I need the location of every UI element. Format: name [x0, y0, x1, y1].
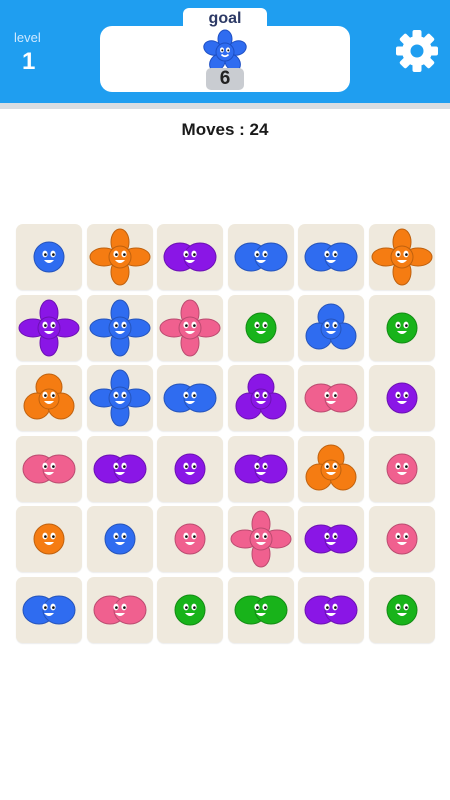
moves-counter: Moves : 24 [0, 120, 450, 140]
orange-four-petal-piece-icon [89, 228, 150, 286]
tile-r4-c3[interactable] [157, 435, 223, 502]
blue-circle-piece-icon [104, 523, 135, 555]
purple-double-piece-icon [163, 242, 217, 272]
blue-double-piece-icon [304, 242, 358, 272]
tile-r2-c4[interactable] [227, 294, 294, 361]
tile-r4-c1[interactable] [16, 435, 82, 502]
tile-r6-c2[interactable] [86, 576, 153, 643]
green-circle-piece-icon [386, 594, 417, 625]
tile-r2-c5[interactable] [298, 294, 364, 361]
tile-r2-c3[interactable] [157, 294, 223, 361]
purple-double-piece-icon [234, 454, 287, 483]
tile-r6-c1[interactable] [16, 576, 82, 643]
blue-four-petal-piece-icon [89, 369, 150, 427]
gear-icon [396, 30, 438, 72]
blue-triple-piece-icon [305, 303, 357, 349]
purple-double-piece-icon [304, 524, 358, 554]
level-label: level [14, 30, 41, 45]
blue-circle-piece-icon [33, 241, 65, 273]
top-bar-shadow [0, 103, 450, 109]
tile-r3-c6[interactable] [368, 365, 435, 431]
tile-r5-c3[interactable] [157, 506, 223, 572]
tile-r6-c5[interactable] [298, 576, 364, 643]
orange-triple-piece-icon [305, 444, 357, 490]
blue-double-piece-icon [22, 595, 76, 624]
tile-r1-c4[interactable] [227, 224, 294, 290]
tile-r6-c6[interactable] [368, 576, 435, 643]
purple-triple-piece-icon [235, 373, 286, 420]
settings-button[interactable] [394, 28, 440, 74]
tile-r3-c3[interactable] [157, 365, 223, 431]
tile-r6-c3[interactable] [157, 576, 223, 643]
orange-triple-piece-icon [23, 373, 75, 420]
purple-double-piece-icon [93, 454, 146, 483]
purple-four-petal-piece-icon [18, 299, 80, 356]
orange-four-petal-piece-icon [371, 228, 432, 286]
tile-r5-c1[interactable] [16, 506, 82, 572]
tile-r3-c1[interactable] [16, 365, 82, 431]
tile-r1-c2[interactable] [86, 224, 153, 290]
tile-r5-c2[interactable] [86, 506, 153, 572]
tile-r2-c1[interactable] [16, 294, 82, 361]
tile-r4-c5[interactable] [298, 435, 364, 502]
tile-r2-c6[interactable] [368, 294, 435, 361]
green-circle-piece-icon [245, 312, 276, 343]
tile-r1-c1[interactable] [16, 224, 82, 290]
tile-r4-c4[interactable] [227, 435, 294, 502]
tile-r5-c5[interactable] [298, 506, 364, 572]
tile-r3-c2[interactable] [86, 365, 153, 431]
purple-circle-piece-icon [174, 453, 206, 484]
purple-circle-piece-icon [386, 382, 417, 414]
tile-r3-c5[interactable] [298, 365, 364, 431]
tile-r5-c4[interactable] [227, 506, 294, 572]
tile-r1-c5[interactable] [298, 224, 364, 290]
blue-double-piece-icon [234, 242, 287, 272]
pink-circle-piece-icon [174, 523, 206, 555]
tile-r5-c6[interactable] [368, 506, 435, 572]
pink-double-piece-icon [22, 454, 76, 483]
pink-four-petal-piece-icon [159, 299, 221, 356]
level-value: 1 [22, 48, 36, 75]
tile-r4-c2[interactable] [86, 435, 153, 502]
tile-r3-c4[interactable] [227, 365, 294, 431]
blue-four-petal-piece-icon [89, 299, 150, 356]
tile-r2-c2[interactable] [86, 294, 153, 361]
green-double-piece-icon [234, 595, 287, 624]
tile-r1-c3[interactable] [157, 224, 223, 290]
pink-circle-piece-icon [386, 453, 417, 484]
goal-count: 6 [206, 68, 244, 90]
tile-r4-c6[interactable] [368, 435, 435, 502]
pink-double-piece-icon [304, 383, 358, 413]
green-circle-piece-icon [174, 594, 206, 625]
moves-label: Moves : 24 [181, 120, 269, 139]
game-board [16, 224, 436, 644]
pink-circle-piece-icon [386, 523, 417, 555]
pink-double-piece-icon [93, 595, 146, 624]
orange-circle-piece-icon [33, 523, 65, 555]
blue-double-piece-icon [163, 383, 217, 413]
green-circle-piece-icon [386, 312, 417, 343]
tile-r1-c6[interactable] [368, 224, 435, 290]
pink-four-petal-piece-icon [230, 510, 291, 568]
purple-double-piece-icon [304, 595, 358, 624]
tile-r6-c4[interactable] [227, 576, 294, 643]
